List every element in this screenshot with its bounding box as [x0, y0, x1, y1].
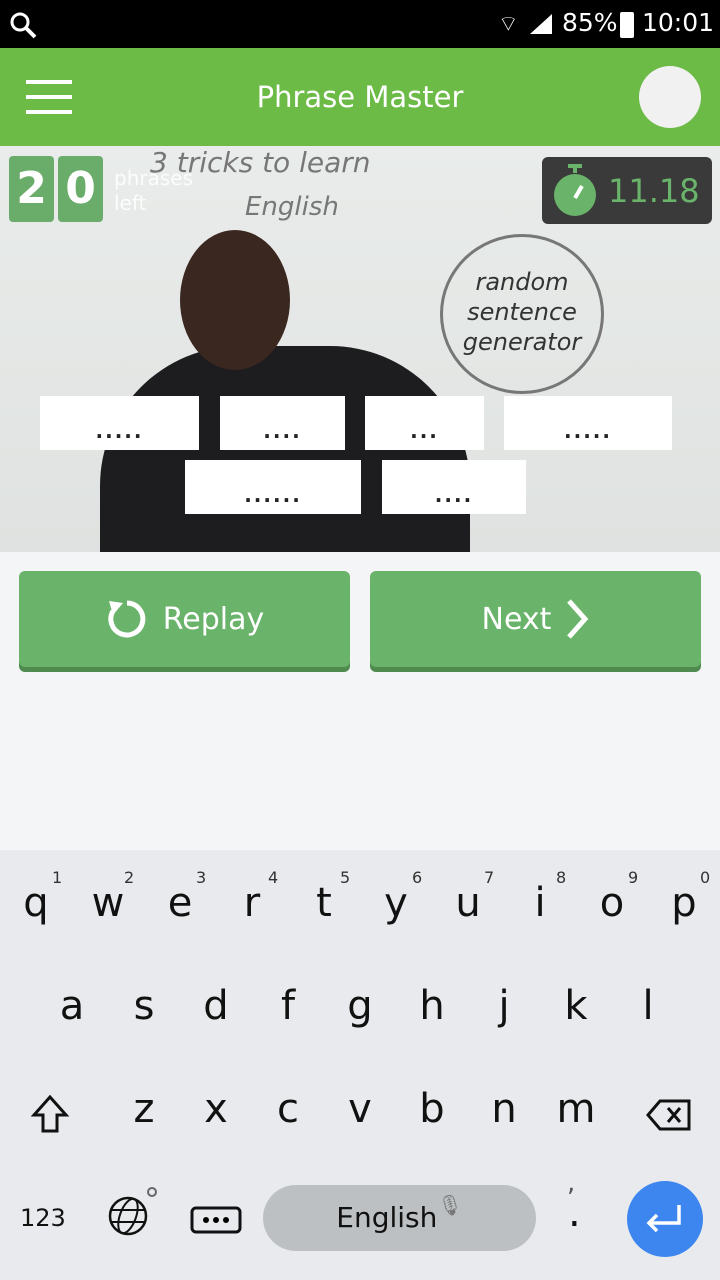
key-m[interactable]: m — [546, 1086, 606, 1132]
key-g[interactable]: g — [330, 983, 390, 1029]
spacebar-label: English — [336, 1201, 438, 1234]
presenter-head — [180, 230, 290, 370]
word-slot[interactable]: .... — [382, 460, 526, 514]
word-slot[interactable]: ...... — [185, 460, 361, 514]
enter-key[interactable] — [627, 1181, 703, 1257]
replay-icon — [108, 600, 146, 638]
globe-icon[interactable] — [106, 1182, 162, 1238]
key-number-hint: 1 — [52, 868, 63, 887]
key-number-hint: 3 — [196, 868, 207, 887]
key-number-hint: 9 — [628, 868, 639, 887]
key-c[interactable]: c — [258, 1086, 318, 1132]
key-number-hint: 5 — [340, 868, 351, 887]
status-bar: ⌔ 85% 10:01 — [0, 0, 720, 48]
page-title: Phrase Master — [256, 80, 464, 114]
avatar[interactable] — [639, 66, 701, 128]
key-j[interactable]: j — [474, 983, 534, 1029]
timer: 11.18 — [542, 157, 712, 224]
key-x[interactable]: x — [186, 1086, 246, 1132]
key-number-hint: 2 — [124, 868, 135, 887]
word-slot[interactable]: ..... — [40, 396, 199, 450]
counter-digit: 2 — [9, 156, 54, 222]
key-number-hint: 6 — [412, 868, 423, 887]
key-number-hint: 7 — [484, 868, 495, 887]
timer-value: 11.18 — [608, 171, 700, 210]
key-f[interactable]: f — [258, 983, 318, 1029]
word-slot[interactable]: ... — [365, 396, 484, 450]
key-h[interactable]: h — [402, 983, 462, 1029]
replay-label: Replay — [162, 601, 265, 637]
enter-icon — [646, 1205, 681, 1233]
battery-icon — [620, 12, 634, 38]
key-z[interactable]: z — [114, 1086, 174, 1132]
word-slot[interactable]: .... — [220, 396, 345, 450]
key-n[interactable]: n — [474, 1086, 534, 1132]
counter-digit: 0 — [58, 156, 103, 222]
next-button[interactable]: Next — [370, 571, 701, 667]
signal-icon — [530, 14, 552, 34]
replay-button[interactable]: Replay — [19, 571, 350, 667]
period-key[interactable]: . — [568, 1190, 581, 1236]
numbers-key[interactable]: 123 — [20, 1204, 66, 1232]
key-a[interactable]: a — [42, 983, 102, 1029]
shift-icon[interactable] — [30, 1093, 70, 1135]
key-b[interactable]: b — [402, 1086, 462, 1132]
clock: 10:01 — [642, 8, 715, 37]
stopwatch-icon — [554, 163, 596, 216]
board-text: English — [245, 192, 339, 222]
next-label: Next — [481, 601, 552, 637]
key-number-hint: 0 — [700, 868, 711, 887]
search-icon[interactable] — [8, 10, 38, 40]
key-k[interactable]: k — [546, 983, 606, 1029]
key-d[interactable]: d — [186, 983, 246, 1029]
key-number-hint: 8 — [556, 868, 567, 887]
keyboard: 123 English🎙 , . q1w2e3r4t5y6u7i8o9p0asd… — [0, 850, 720, 1280]
backspace-icon[interactable] — [646, 1098, 692, 1132]
more-options-icon[interactable] — [190, 1206, 242, 1234]
board-circle: random sentence generator — [440, 234, 604, 394]
phrases-left-label: phrases left — [114, 166, 193, 215]
key-number-hint: 4 — [268, 868, 279, 887]
key-l[interactable]: l — [618, 983, 678, 1029]
spacebar[interactable]: English🎙 — [263, 1185, 536, 1251]
key-s[interactable]: s — [114, 983, 174, 1029]
key-v[interactable]: v — [330, 1086, 390, 1132]
wifi-icon: ⌔ — [498, 12, 519, 37]
battery-percent: 85% — [562, 8, 618, 37]
chevron-right-icon — [567, 599, 589, 639]
mic-icon: 🎙 — [437, 1193, 463, 1217]
app-bar: Phrase Master — [0, 48, 720, 146]
word-slot[interactable]: ..... — [504, 396, 672, 450]
